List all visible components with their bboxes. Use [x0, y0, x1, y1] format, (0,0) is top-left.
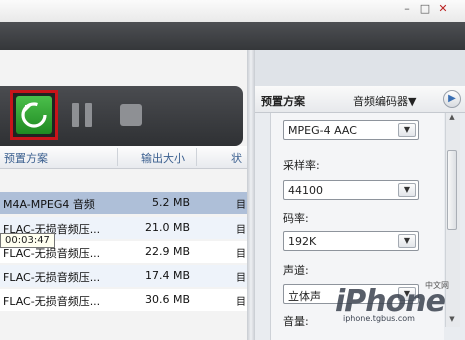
header-size[interactable]: 输出大小: [141, 150, 185, 166]
settings-title: 预置方案: [261, 95, 305, 108]
duration-tooltip: 00:03:47: [0, 233, 55, 248]
chevron-right-icon[interactable]: ▶: [443, 90, 461, 108]
settings-header: 预置方案 音频编码器▼ ▶: [255, 86, 465, 113]
table-row[interactable]: FLAC-无损音频压... 30.6 MB 目: [0, 289, 247, 311]
pause-button[interactable]: [72, 103, 94, 127]
volume-label: 音量:: [283, 315, 309, 328]
table-row[interactable]: M4A-MPEG4 音频 5.2 MB 目: [0, 192, 247, 214]
refresh-arrow-icon: [16, 96, 52, 134]
stop-button[interactable]: [120, 104, 142, 126]
pane-splitter[interactable]: [247, 50, 255, 340]
bitrate-label: 码率:: [283, 212, 309, 225]
sample-rate-label: 采样率:: [283, 159, 320, 172]
watermark: iPhone 中文网 iphone.tgbus.com: [335, 281, 460, 324]
table-header: 预置方案 输出大小 状: [0, 146, 247, 169]
minimize-icon[interactable]: –: [400, 3, 414, 16]
chevron-down-icon: ▼: [398, 123, 416, 137]
scroll-up-icon[interactable]: ▲: [445, 113, 459, 125]
codec-select[interactable]: MPEG-4 AAC ▼: [283, 120, 419, 140]
bitrate-select[interactable]: 192K ▼: [283, 231, 419, 251]
table-row[interactable]: FLAC-无损音频压... 17.4 MB 目: [0, 265, 247, 287]
convert-button[interactable]: [10, 90, 58, 140]
chevron-down-icon: ▼: [398, 234, 416, 248]
header-status[interactable]: 状: [231, 150, 242, 166]
chevron-down-icon: ▼: [398, 183, 416, 197]
sample-rate-select[interactable]: 44100 ▼: [283, 180, 419, 200]
pause-icon: [72, 103, 79, 127]
title-bar: – □ ✕: [0, 0, 465, 22]
close-icon[interactable]: ✕: [436, 3, 450, 16]
restore-icon[interactable]: □: [418, 3, 432, 16]
channel-label: 声道:: [283, 264, 309, 277]
watermark-tag: 中文网: [425, 281, 449, 290]
header-preset[interactable]: 预置方案: [4, 150, 48, 166]
scroll-thumb[interactable]: [447, 150, 457, 230]
top-dark-bar: [0, 22, 465, 50]
watermark-url: iphone.tgbus.com: [343, 314, 415, 323]
audio-encoder-tab[interactable]: 音频编码器▼: [353, 93, 416, 109]
